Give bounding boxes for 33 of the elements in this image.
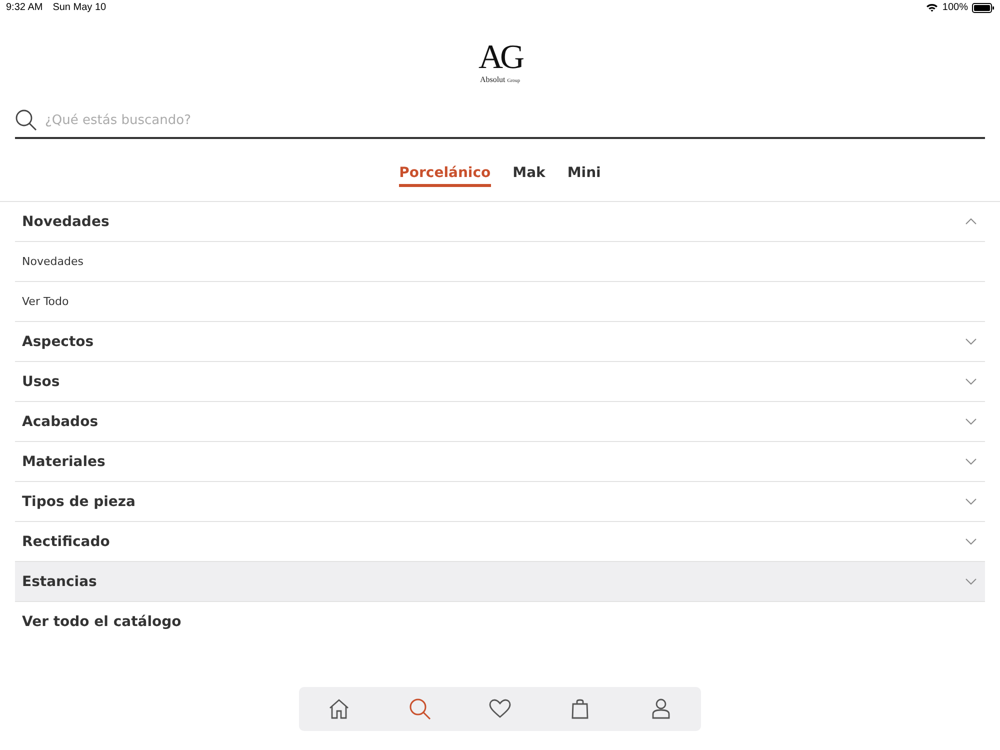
section-header[interactable]: Usos: [15, 362, 985, 402]
catalog-link[interactable]: Ver todo el catálogo: [22, 614, 978, 630]
section-title: Novedades: [22, 214, 110, 230]
logo-name: Absolut: [480, 75, 506, 84]
section-header[interactable]: Tipos de pieza: [15, 482, 985, 522]
section-title: Usos: [22, 374, 60, 390]
section-header[interactable]: Novedades: [15, 202, 985, 242]
section-title: Aspectos: [22, 334, 94, 350]
subcategory-label: Ver Todo: [22, 295, 69, 308]
subcategory-item[interactable]: Novedades: [15, 242, 985, 282]
category-tab[interactable]: Mak: [512, 153, 546, 187]
section-header[interactable]: Estancias: [15, 562, 985, 602]
section-title: Tipos de pieza: [22, 494, 136, 510]
subcategory-item[interactable]: Ver Todo: [15, 282, 985, 322]
search-icon: [15, 109, 37, 131]
category-tab[interactable]: Mini: [567, 153, 601, 187]
battery-percent: 100%: [942, 2, 968, 13]
status-date: Sun May 10: [52, 2, 106, 13]
search-icon[interactable]: [408, 697, 432, 721]
section-title: Acabados: [22, 414, 98, 430]
status-time: 9:32 AM: [6, 2, 43, 13]
section-title: Materiales: [22, 454, 106, 470]
search-field[interactable]: ¿Qué estás buscando?: [43, 112, 985, 128]
battery-icon: [972, 2, 994, 12]
section-header[interactable]: Acabados: [15, 402, 985, 442]
section-header[interactable]: Materiales: [15, 442, 985, 482]
section-title: Rectificado: [22, 534, 110, 550]
category-tab[interactable]: Porcelánico: [399, 153, 491, 187]
subcategory-label: Novedades: [22, 255, 84, 268]
section-title: Estancias: [22, 574, 97, 590]
wifi-icon: [926, 3, 938, 12]
section-header[interactable]: Aspectos: [15, 322, 985, 362]
logo-mark: AG: [478, 41, 522, 75]
